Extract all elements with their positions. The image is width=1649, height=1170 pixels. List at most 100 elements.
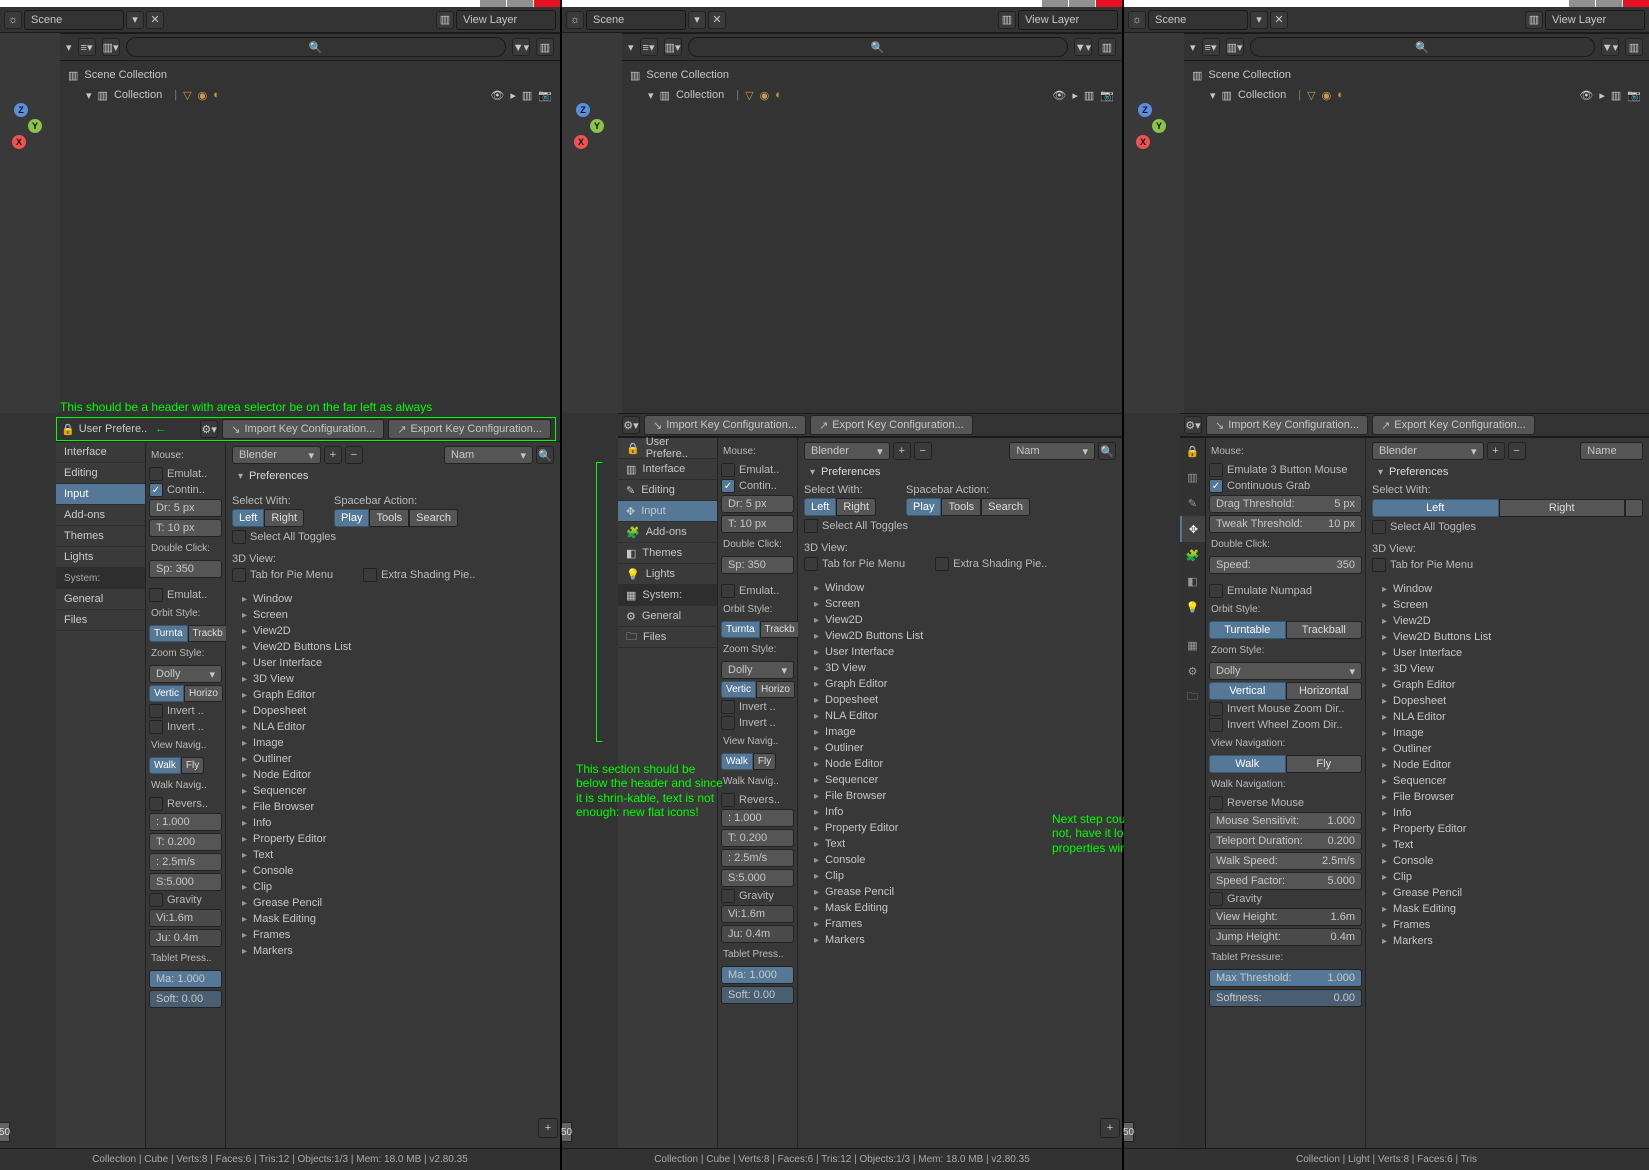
tab-themes[interactable]: ◧Themes (618, 543, 717, 564)
scene-browse-icon[interactable]: ☼ (1128, 11, 1146, 29)
select-left-button[interactable]: Left (1372, 499, 1499, 517)
teleport-duration-field[interactable]: T: 0.200 (721, 829, 794, 847)
keymap-tree-item[interactable]: Graph Editor (232, 687, 554, 703)
axis-x-icon[interactable]: X (574, 135, 588, 149)
max-threshold-field[interactable]: Max Threshold:1.000 (1209, 969, 1362, 987)
zoom-style-select[interactable]: Dolly▾ (721, 661, 794, 679)
tab-interface[interactable]: Interface (56, 442, 145, 463)
tab-files[interactable]: 🗀Files (618, 627, 717, 648)
filter-type-select[interactable]: Name (1580, 442, 1643, 460)
continuous-grab-checkbox[interactable] (1209, 479, 1223, 493)
keymap-tree-item[interactable]: File Browser (804, 788, 1116, 804)
select-right-button[interactable]: Right (264, 509, 304, 527)
keymap-tree-item[interactable]: Clip (1372, 869, 1643, 885)
keymap-tree-item[interactable]: Dopesheet (232, 703, 554, 719)
invert-mouse-zoom-checkbox[interactable] (721, 700, 735, 714)
scene-new-button[interactable]: ▾ (688, 11, 706, 29)
emulate-numpad-checkbox[interactable] (721, 584, 735, 598)
layer-browse-icon[interactable]: ▥ (436, 11, 454, 29)
import-keyconfig-button[interactable]: ↘Import Key Configuration... (222, 419, 384, 439)
add-keymap-button[interactable]: + (538, 1118, 558, 1138)
keymap-tree-item[interactable]: Node Editor (232, 767, 554, 783)
axis-x-icon[interactable]: X (1136, 135, 1150, 149)
scene-new-button[interactable]: ▾ (126, 11, 144, 29)
tab-general[interactable]: General (56, 589, 145, 610)
export-keyconfig-button[interactable]: ↗Export Key Configuration... (810, 415, 973, 435)
zoom-vertical-button[interactable]: Vertic (721, 681, 756, 698)
keymap-tree-item[interactable]: Clip (804, 868, 1116, 884)
nav-fly-button[interactable]: Fly (753, 753, 776, 770)
keymap-tree-item[interactable]: User Interface (232, 655, 554, 671)
export-keyconfig-button[interactable]: ↗Export Key Configuration... (1372, 415, 1535, 435)
softness-field[interactable]: Soft: 0.00 (149, 990, 222, 1008)
keymap-tree-item[interactable]: Outliner (1372, 741, 1643, 757)
keymap-tree-item[interactable]: Markers (804, 932, 1116, 948)
filter-icon[interactable]: ▼▾ (1074, 38, 1092, 56)
icontab-interface[interactable]: ▥ (1180, 464, 1205, 490)
gear-icon[interactable]: ⚙▾ (622, 416, 640, 434)
preset-remove-button[interactable]: − (1508, 442, 1526, 460)
emulate-numpad-checkbox[interactable] (1209, 584, 1223, 598)
filter-type-select[interactable]: Nam▾ (1009, 442, 1095, 460)
teleport-duration-field[interactable]: Teleport Duration:0.200 (1209, 832, 1362, 850)
tab-editing[interactable]: ✎Editing (618, 480, 717, 501)
nav-fly-button[interactable]: Fly (181, 757, 204, 774)
keymap-tree-item[interactable]: Mask Editing (804, 900, 1116, 916)
icontab-files[interactable]: 🗀 (1180, 684, 1205, 710)
walk-speed-field[interactable]: Walk Speed:2.5m/s (1209, 852, 1362, 870)
keymap-tree-item[interactable]: 3D View (1372, 661, 1643, 677)
invert-mouse-zoom-checkbox[interactable] (149, 704, 163, 718)
invert-wheel-zoom-checkbox[interactable] (721, 716, 735, 730)
keymap-tree-item[interactable]: Info (232, 815, 554, 831)
icontab-input[interactable]: ✥ (1180, 516, 1205, 542)
keymap-tree-item[interactable]: User Interface (804, 644, 1116, 660)
tab-userprefs[interactable]: 🔒User Prefere.. (618, 438, 717, 459)
layer-browse-icon[interactable]: ▥ (998, 11, 1016, 29)
outliner-collection[interactable]: ▾▥ Collection | ▽◉◐ 👁 ▸ ▥ 📷 (68, 85, 552, 105)
nav-walk-button[interactable]: Walk (149, 757, 181, 774)
zoom-horizontal-button[interactable]: Horizontal (1286, 682, 1363, 700)
gear-icon[interactable]: ⚙▾ (200, 420, 218, 438)
axis-z-icon[interactable]: Z (1138, 103, 1152, 117)
keymap-tree-item[interactable]: Dopesheet (1372, 693, 1643, 709)
select-right-button[interactable]: Right (836, 498, 876, 516)
tab-pie-checkbox[interactable] (232, 568, 246, 582)
tab-lights[interactable]: 💡Lights (618, 564, 717, 585)
select-left-button[interactable]: Left (804, 498, 836, 516)
extra-shading-checkbox[interactable] (935, 557, 949, 571)
keymap-tree-item[interactable]: Outliner (232, 751, 554, 767)
new-collection-icon[interactable]: ▥ (536, 38, 554, 56)
max-threshold-field[interactable]: Ma: 1.000 (721, 966, 794, 984)
keymap-tree-item[interactable]: Info (1372, 805, 1643, 821)
icontab-themes[interactable]: ◧ (1180, 568, 1205, 594)
filter-icon[interactable]: ▼▾ (1601, 38, 1619, 56)
filter-type-select[interactable]: Nam▾ (444, 446, 533, 464)
keymap-tree-item[interactable]: View2D Buttons List (232, 639, 554, 655)
viewport-3d[interactable]: Z Y X (1124, 33, 1184, 413)
speed-factor-field[interactable]: S:5.000 (721, 869, 794, 887)
dblclick-speed-field[interactable]: Sp: 350 (149, 560, 222, 578)
keymap-tree-item[interactable]: Property Editor (232, 831, 554, 847)
layer-browse-icon[interactable]: ▥ (1525, 11, 1543, 29)
spacebar-toggle[interactable]: PlayToolsSearch (334, 509, 458, 527)
keymap-tree-item[interactable]: NLA Editor (232, 719, 554, 735)
keymap-tree-item[interactable]: Image (804, 724, 1116, 740)
axis-y-icon[interactable]: Y (28, 119, 42, 133)
import-keyconfig-button[interactable]: ↘Import Key Configuration... (644, 415, 806, 435)
tab-addons[interactable]: 🧩Add-ons (618, 522, 717, 543)
keymap-preset-select[interactable]: Blender▾ (1372, 442, 1484, 460)
drag-threshold-field[interactable]: Drag Threshold:5 px (1209, 495, 1362, 513)
preset-add-button[interactable]: + (893, 442, 911, 460)
section-preferences[interactable]: Preferences (232, 467, 554, 485)
zoom-horizontal-button[interactable]: Horizo (756, 681, 795, 698)
display-mode-icon[interactable]: ≡▾ (78, 38, 96, 56)
orbit-turntable-button[interactable]: Turnta (721, 621, 760, 638)
keymap-tree-item[interactable]: Sequencer (1372, 773, 1643, 789)
orbit-trackball-button[interactable]: Trackball (1286, 621, 1363, 639)
keymap-tree-item[interactable]: Window (1372, 581, 1643, 597)
outliner-root[interactable]: ▥Scene Collection (630, 65, 1114, 85)
icontab-addons[interactable]: 🧩 (1180, 542, 1205, 568)
keymap-tree-item[interactable]: Screen (232, 607, 554, 623)
viewport-3d[interactable]: Z Y X (562, 33, 622, 413)
drag-threshold-field[interactable]: Dr: 5 px (721, 495, 794, 513)
